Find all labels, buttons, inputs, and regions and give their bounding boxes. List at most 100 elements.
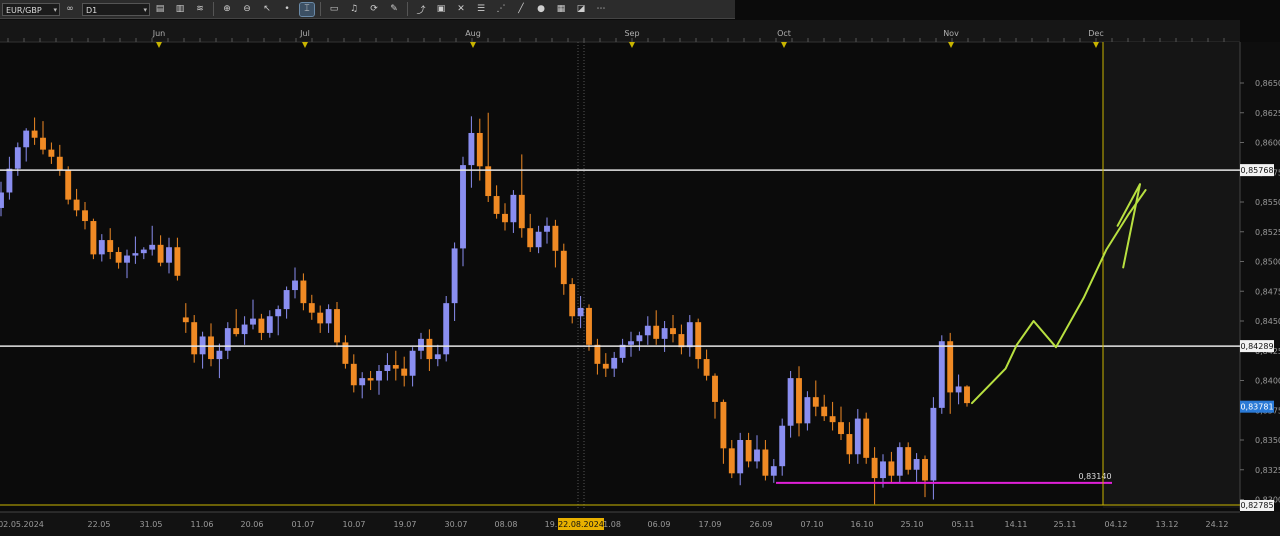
candle-body <box>233 328 240 335</box>
symbol-label: EUR/GBP <box>6 5 42 15</box>
candle-body <box>367 378 374 381</box>
eraser-icon[interactable]: ◪ <box>574 3 588 16</box>
candle-body <box>157 244 164 263</box>
candle-body <box>502 213 508 223</box>
crosshair-icon[interactable]: ⌶ <box>299 1 315 17</box>
link-icon[interactable]: ∞ <box>63 3 77 16</box>
date-tick-label: 13.12 <box>1156 520 1179 529</box>
trend-icon[interactable]: ⤴ <box>414 3 428 16</box>
date-tick-label: 01.07 <box>292 520 315 529</box>
date-tick-label: 26.09 <box>750 520 773 529</box>
candle-body <box>787 378 794 426</box>
grid-icon[interactable]: ▦ <box>554 3 568 16</box>
candle-body <box>266 316 273 333</box>
date-tick-label: 25.11 <box>1054 520 1077 529</box>
indicator-icon[interactable]: ≋ <box>193 3 207 16</box>
candle-body <box>73 199 80 211</box>
date-tick-label: 16.10 <box>851 520 874 529</box>
candle-body <box>737 440 744 474</box>
candle-body <box>317 312 324 324</box>
candle-body <box>107 240 114 252</box>
candle-body <box>821 406 828 417</box>
candle-body <box>325 309 332 324</box>
lines-icon[interactable]: ☰ <box>474 3 488 16</box>
date-tick-label: 11.06 <box>191 520 214 529</box>
candle-body <box>476 132 483 167</box>
circle-icon[interactable]: ● <box>534 3 548 16</box>
candle-body <box>720 401 727 449</box>
settings-icon[interactable]: ⋯ <box>594 3 608 16</box>
date-tick-label: 19.07 <box>394 520 417 529</box>
candle-body <box>300 280 307 304</box>
chevron-down-icon: ▾ <box>143 5 147 14</box>
ruler-icon[interactable]: ╱ <box>514 3 528 16</box>
cursor-icon[interactable]: ↖ <box>260 3 274 16</box>
toolbar-separator <box>320 2 321 16</box>
refresh-icon[interactable]: ⟳ <box>367 3 381 16</box>
candle-body <box>728 448 735 474</box>
candle-body <box>552 225 559 251</box>
bell-icon[interactable]: ♫ <box>347 3 361 16</box>
candle-body <box>796 378 802 424</box>
dot-icon[interactable]: • <box>280 3 294 16</box>
candle-body <box>334 309 340 343</box>
price-chart[interactable]: Jun Jul Aug Sep Oct Nov Dec 0,8650 0,8625 0,8600 0… <box>0 0 1280 536</box>
candle-body <box>384 365 391 371</box>
volume-icon[interactable]: ▥ <box>173 3 187 16</box>
price-tick-label: 0,8325 <box>1255 466 1280 475</box>
date-tick-label: 14.11 <box>1005 520 1028 529</box>
future-area <box>1103 42 1240 508</box>
candle-body <box>350 363 357 386</box>
candle-body <box>376 370 382 381</box>
note-icon[interactable]: ▭ <box>327 3 341 16</box>
candle-body <box>804 397 811 424</box>
candle-body <box>224 328 231 351</box>
candle-body <box>695 322 702 360</box>
price-tick-label: 0,8400 <box>1255 377 1280 386</box>
cross-icon[interactable]: ✕ <box>454 3 468 16</box>
price-tick-label: 0,8475 <box>1255 287 1280 296</box>
candle-body <box>241 324 248 335</box>
candle-body <box>955 386 962 393</box>
candle-body <box>174 247 181 276</box>
candle-body <box>770 466 777 476</box>
zoom-in-icon[interactable]: ⊕ <box>220 3 234 16</box>
date-tick-label: 06.09 <box>648 520 671 529</box>
date-tick-label: 07.10 <box>801 520 824 529</box>
timeframe-select[interactable]: D1 ▾ <box>82 2 150 16</box>
candle-body <box>149 244 156 250</box>
date-tick-label: 19. <box>545 520 558 529</box>
candle-body <box>493 196 500 214</box>
price-tick-label: 0,8450 <box>1255 317 1280 326</box>
zoom-out-icon[interactable]: ⊖ <box>240 3 254 16</box>
candle-body <box>628 341 634 345</box>
candle-body <box>863 418 870 458</box>
symbol-select[interactable]: EUR/GBP ▾ <box>2 2 60 16</box>
candle-body <box>468 132 475 166</box>
candle-body <box>838 422 844 435</box>
candle-body <box>392 365 399 369</box>
candle-body <box>124 255 130 263</box>
candle-body <box>65 169 72 200</box>
candle-body <box>577 307 584 317</box>
date-tick-label: 05.11 <box>952 520 975 529</box>
tool-buttons: ▤ ▥ ≋ ⊕ ⊖ ↖ • ⌶ ▭ ♫ ⟳ ✎ ⤴ ▣ ✕ ☰ ⋰ ╱ ● ▦ ◪ ⋯ <box>150 1 611 17</box>
candle-body <box>426 338 433 360</box>
candle-body <box>82 210 88 222</box>
candle-body <box>871 457 878 479</box>
fib-icon[interactable]: ⋰ <box>494 3 508 16</box>
candle-body <box>56 156 63 170</box>
candle-body <box>560 250 567 285</box>
candle-body <box>90 221 97 255</box>
candle-body <box>854 418 861 455</box>
candle-body <box>359 378 366 386</box>
pencil-icon[interactable]: ✎ <box>387 3 401 16</box>
candle-body <box>401 368 408 376</box>
month-label: Nov <box>943 29 959 38</box>
lower-level-label: 0,84289 <box>1240 342 1273 351</box>
price-tick-label: 0,8350 <box>1255 436 1280 445</box>
chart-type-icon[interactable]: ▤ <box>153 3 167 16</box>
upper-level-label: 0,85768 <box>1240 166 1273 175</box>
window-icon[interactable]: ▣ <box>434 3 448 16</box>
month-label: Jul <box>299 29 310 38</box>
